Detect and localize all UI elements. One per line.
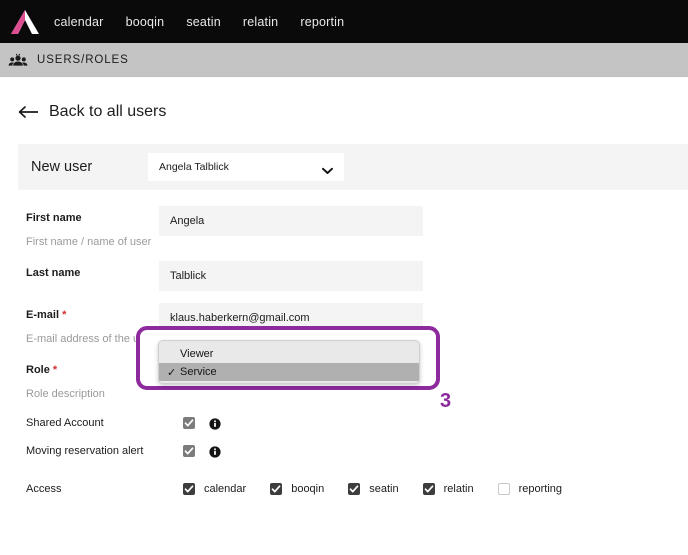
first-name-input[interactable]: Angela: [159, 206, 423, 236]
email-label: E-mail *: [26, 308, 159, 322]
last-name-label-col: Last name: [26, 261, 159, 280]
dropdown-option-label-viewer: Viewer: [180, 348, 214, 360]
access-label-calendar: calendar: [204, 483, 247, 495]
app-window: calendar booqin seatin relatin reportin …: [0, 0, 688, 555]
dropdown-option-label-service: Service: [180, 366, 217, 378]
first-name-help: First name / name of user: [26, 236, 152, 248]
new-user-panel: New user Angela Talblick: [18, 144, 688, 190]
dropdown-option-service[interactable]: ✓ Service: [159, 363, 419, 381]
shared-account-label: Shared Account: [26, 417, 104, 429]
nav-links: calendar booqin seatin relatin reportin: [54, 15, 344, 29]
back-row: Back to all users: [0, 77, 688, 124]
access-item-reporting[interactable]: reporting: [497, 483, 562, 495]
last-name-label: Last name: [26, 267, 81, 279]
form-row-moving-reservation-alert: Moving reservation alert: [0, 445, 688, 458]
section-header-bar: USERS/ROLES: [0, 43, 688, 77]
check-icon: [184, 419, 194, 427]
email-required-mark: *: [62, 309, 67, 321]
access-label-reporting: reporting: [518, 483, 562, 495]
nav-link-calendar[interactable]: calendar: [54, 15, 104, 29]
last-name-input[interactable]: Talblick: [159, 261, 423, 291]
form-row-shared-account: Shared Account: [0, 417, 688, 430]
access-label-seatin: seatin: [369, 483, 399, 495]
dropdown-option-viewer[interactable]: Viewer: [159, 345, 419, 363]
form-row-first-name: First name First name / name of user Ang…: [0, 206, 688, 249]
access-checkbox-booqin[interactable]: [270, 483, 283, 495]
annotation-step-number: 3: [440, 390, 452, 412]
email-label-text: E-mail: [26, 309, 60, 321]
access-label: Access: [26, 483, 62, 495]
check-icon: [424, 485, 433, 493]
info-icon[interactable]: [209, 445, 221, 458]
access-item-booqin[interactable]: booqin: [270, 483, 324, 495]
info-icon[interactable]: [209, 417, 221, 430]
nav-link-relatin[interactable]: relatin: [243, 15, 278, 29]
back-link-label: Back to all users: [49, 103, 167, 120]
back-to-all-users-link[interactable]: Back to all users: [18, 103, 166, 121]
access-checkbox-group: calendar booqin seatin relatin reporting: [183, 483, 586, 495]
new-user-label: New user: [31, 159, 93, 175]
access-item-seatin[interactable]: seatin: [348, 483, 399, 495]
access-item-calendar[interactable]: calendar: [183, 483, 246, 495]
chevron-down-icon: [322, 162, 333, 174]
access-label-booqin: booqin: [291, 483, 325, 495]
form-row-last-name: Last name Talblick: [0, 261, 688, 291]
access-item-relatin[interactable]: relatin: [422, 483, 474, 495]
nav-link-booqin[interactable]: booqin: [126, 15, 165, 29]
first-name-label-col: First name First name / name of user: [26, 206, 159, 249]
dropdown-check-service: ✓: [167, 366, 177, 379]
access-checkbox-reporting[interactable]: [497, 483, 510, 495]
check-icon: [184, 447, 194, 455]
form-row-access: Access calendar booqin seatin relatin re…: [0, 483, 688, 495]
user-select-value: Angela Talblick: [159, 161, 229, 173]
users-group-icon: [8, 50, 28, 70]
user-select-dropdown[interactable]: Angela Talblick: [148, 153, 344, 181]
role-help: Role description: [26, 388, 105, 400]
brand-logo-svg: [11, 9, 39, 34]
brand-logo-icon[interactable]: [8, 7, 42, 37]
top-navigation-bar: calendar booqin seatin relatin reportin: [0, 0, 688, 43]
role-dropdown-menu: Viewer ✓ Service: [158, 340, 420, 384]
moving-reservation-alert-checkbox[interactable]: [183, 445, 195, 457]
arrow-left-icon: [18, 105, 40, 119]
access-label-relatin: relatin: [443, 483, 474, 495]
nav-link-seatin[interactable]: seatin: [186, 15, 221, 29]
check-icon: [349, 485, 359, 493]
access-checkbox-relatin[interactable]: [422, 483, 435, 495]
first-name-label: First name: [26, 212, 82, 224]
shared-account-checkbox[interactable]: [183, 417, 195, 429]
role-label-text: Role: [26, 364, 50, 376]
nav-link-reportin[interactable]: reportin: [300, 15, 344, 29]
section-title: USERS/ROLES: [37, 53, 129, 66]
check-icon: [271, 485, 281, 493]
check-icon: [184, 485, 194, 493]
access-checkbox-calendar[interactable]: [183, 483, 195, 495]
role-required-mark: *: [52, 364, 58, 376]
moving-reservation-alert-label: Moving reservation alert: [26, 445, 144, 457]
access-checkbox-seatin[interactable]: [348, 483, 361, 495]
